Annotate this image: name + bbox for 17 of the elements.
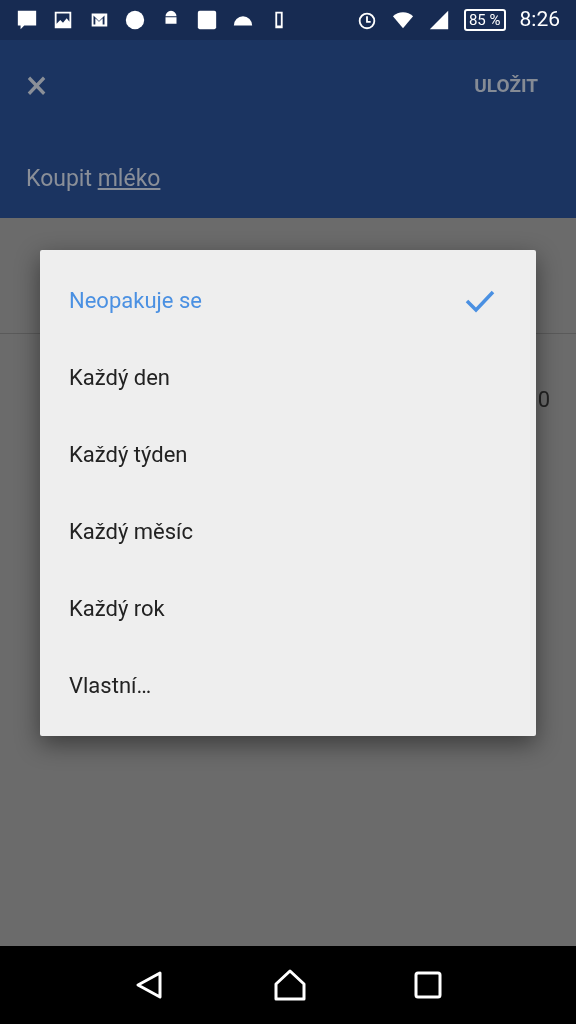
chat-icon bbox=[16, 9, 38, 31]
wifi-icon bbox=[391, 9, 414, 31]
repeat-option[interactable]: Každý den bbox=[40, 339, 536, 416]
repeat-option[interactable]: Každý týden bbox=[40, 416, 536, 493]
image-icon bbox=[52, 9, 74, 31]
clock: 8:26 bbox=[519, 6, 560, 34]
row-value: 0 bbox=[537, 385, 550, 414]
battery-indicator: 85 % bbox=[463, 9, 506, 31]
close-button[interactable]: × bbox=[26, 66, 48, 106]
repeat-option[interactable]: Každý měsíc bbox=[40, 493, 536, 570]
signal-icon bbox=[427, 9, 450, 31]
recents-icon[interactable] bbox=[414, 971, 443, 999]
home-icon[interactable] bbox=[273, 968, 307, 1002]
save-button[interactable]: ULOŽIT bbox=[474, 71, 550, 101]
task-title: Koupit mléko bbox=[26, 165, 161, 192]
repeat-option[interactable]: Každý rok bbox=[40, 570, 536, 647]
repeat-option[interactable]: Vlastní… bbox=[40, 647, 536, 724]
